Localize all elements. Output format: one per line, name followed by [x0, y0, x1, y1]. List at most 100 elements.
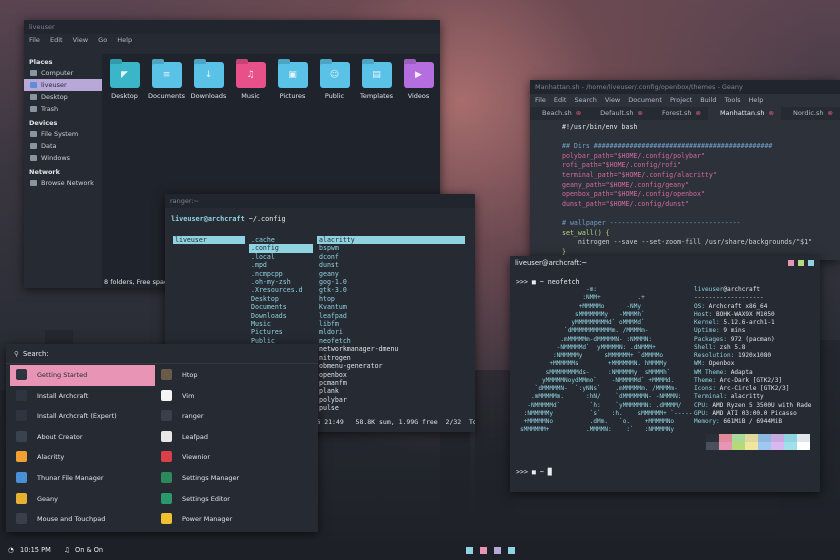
app-vim[interactable]: Vim: [155, 386, 315, 407]
window-control-1[interactable]: [788, 260, 794, 266]
app-launcher[interactable]: ⚲ Search: Getting Started Htop Install Arch…: [6, 344, 318, 532]
close-tab-icon[interactable]: ⊗: [638, 109, 643, 117]
ranger-entry[interactable]: Pictures: [249, 328, 313, 336]
ranger-entry[interactable]: .mpd: [249, 261, 313, 269]
ranger-entry[interactable]: Kvantum: [317, 303, 465, 311]
sidebar-item-file-system[interactable]: File System: [24, 128, 102, 140]
ranger-entry[interactable]: Desktop: [249, 295, 313, 303]
menu-tools[interactable]: Tools: [725, 96, 741, 104]
menu-build[interactable]: Build: [700, 96, 716, 104]
menu-help[interactable]: Help: [749, 96, 764, 104]
ranger-entry[interactable]: pulse: [317, 404, 465, 412]
ranger-entry[interactable]: obmenu-generator: [317, 362, 465, 370]
app-getting-started[interactable]: Getting Started: [10, 365, 155, 386]
menu-document[interactable]: Document: [628, 96, 662, 104]
sidebar-item-windows[interactable]: Windows: [24, 152, 102, 164]
app-ranger[interactable]: ranger: [155, 406, 315, 427]
ranger-entry[interactable]: libfm: [317, 320, 465, 328]
ranger-entry[interactable]: polybar: [317, 396, 465, 404]
tab-default-sh[interactable]: Default.sh ⊗: [588, 107, 650, 120]
menu-search[interactable]: Search: [574, 96, 596, 104]
sidebar-item-data[interactable]: Data: [24, 140, 102, 152]
ranger-entry[interactable]: Downloads: [249, 312, 313, 320]
app-about-creator[interactable]: About Creator: [10, 427, 155, 448]
folder-videos[interactable]: ▶ Videos: [398, 62, 439, 100]
ranger-entry[interactable]: .config: [249, 244, 313, 253]
workspace-4[interactable]: [508, 547, 515, 554]
ranger-entry[interactable]: dunst: [317, 261, 465, 269]
sidebar-item-liveuser[interactable]: liveuser: [24, 79, 102, 91]
app-viewnior[interactable]: Viewnior: [155, 447, 315, 468]
now-playing[interactable]: On & On: [75, 540, 103, 560]
close-tab-icon[interactable]: ⊗: [695, 109, 700, 117]
ranger-entry[interactable]: gtk-3.0: [317, 286, 465, 294]
app-install-archcraft[interactable]: Install Archcraft: [10, 386, 155, 407]
folder-public[interactable]: ☺ Public: [314, 62, 355, 100]
ranger-entry[interactable]: .ncmpcpp: [249, 270, 313, 278]
app-install-archcraft-expert-[interactable]: Install Archcraft (Expert): [10, 406, 155, 427]
ranger-entry[interactable]: gog-1.0: [317, 278, 465, 286]
app-thunar-file-manager[interactable]: Thunar File Manager: [10, 468, 155, 489]
sidebar-item-desktop[interactable]: Desktop: [24, 91, 102, 103]
app-htop[interactable]: Htop: [155, 365, 315, 386]
app-settings-manager[interactable]: Settings Manager: [155, 468, 315, 489]
ranger-entry[interactable]: .cache: [249, 236, 313, 244]
ranger-entry[interactable]: networkmanager-dmenu: [317, 345, 465, 353]
ranger-entry[interactable]: liveuser: [173, 236, 245, 245]
ranger-entry[interactable]: .local: [249, 253, 313, 261]
folder-downloads[interactable]: ↓ Downloads: [188, 62, 229, 100]
ranger-entry[interactable]: openbox: [317, 371, 465, 379]
terminal-window[interactable]: liveuser@archcraft:~ >>> ■ ~ neofetch -m…: [510, 256, 820, 492]
menu-view[interactable]: View: [605, 96, 620, 104]
tab-beach-sh[interactable]: Beach.sh ⊗: [530, 107, 588, 120]
code-editor[interactable]: #!/usr/bin/env bash ## Dirs ############…: [530, 120, 840, 257]
clock[interactable]: 10:15 PM: [20, 540, 51, 560]
ranger-entry[interactable]: .Xresources.d: [249, 286, 313, 294]
ranger-entry[interactable]: alacritty: [317, 236, 465, 245]
workspace-2[interactable]: [480, 547, 487, 554]
folder-pictures[interactable]: ▣ Pictures: [272, 62, 313, 100]
menu-go[interactable]: Go: [98, 36, 107, 44]
close-tab-icon[interactable]: ⊗: [576, 109, 581, 117]
ranger-parent-column[interactable]: liveuser: [173, 236, 245, 245]
window-control-3[interactable]: [808, 260, 814, 266]
ranger-preview-column[interactable]: alacritty bspwm dconf dunst geany gog-1.0 gtk-…: [317, 236, 465, 413]
geany-window[interactable]: Manhattan.sh - /home/liveuser/.config/op…: [530, 80, 840, 260]
menu-edit[interactable]: Edit: [554, 96, 567, 104]
sidebar-item-trash[interactable]: Trash: [24, 103, 102, 115]
ranger-entry[interactable]: leafpad: [317, 312, 465, 320]
ranger-entry[interactable]: geany: [317, 270, 465, 278]
menu-view[interactable]: View: [73, 36, 88, 44]
tab-manhattan-sh[interactable]: Manhattan.sh ⊗: [707, 107, 781, 120]
ranger-entry[interactable]: neofetch: [317, 337, 465, 345]
app-mouse-and-touchpad[interactable]: Mouse and Touchpad: [10, 509, 155, 530]
ranger-entry[interactable]: Documents: [249, 303, 313, 311]
workspace-1[interactable]: [466, 547, 473, 554]
menu-file[interactable]: File: [29, 36, 40, 44]
app-settings-editor[interactable]: Settings Editor: [155, 489, 315, 510]
ranger-entry[interactable]: pcmanfm: [317, 379, 465, 387]
ranger-entry[interactable]: bspwm: [317, 244, 465, 252]
menu-help[interactable]: Help: [117, 36, 132, 44]
tab-nordic-sh[interactable]: Nordic.sh ⊗: [781, 107, 840, 120]
app-geany[interactable]: Geany: [10, 489, 155, 510]
ranger-current-column[interactable]: .cache .config .local .mpd .ncmpcpp .oh-my-zs…: [249, 236, 313, 345]
ranger-entry[interactable]: mldori: [317, 328, 465, 336]
launcher-search[interactable]: ⚲ Search:: [6, 344, 318, 364]
close-tab-icon[interactable]: ⊗: [769, 109, 774, 117]
folder-music[interactable]: ♫ Music: [230, 62, 271, 100]
folder-desktop[interactable]: ◤ Desktop: [104, 62, 145, 100]
ranger-entry[interactable]: dconf: [317, 253, 465, 261]
menu-project[interactable]: Project: [670, 96, 692, 104]
sidebar-item-computer[interactable]: Computer: [24, 67, 102, 79]
terminal-prompt[interactable]: >>> ■ ~ █: [516, 468, 552, 476]
menu-edit[interactable]: Edit: [50, 36, 63, 44]
close-tab-icon[interactable]: ⊗: [827, 109, 832, 117]
menu-file[interactable]: File: [535, 96, 546, 104]
ranger-entry[interactable]: Music: [249, 320, 313, 328]
app-alacritty[interactable]: Alacritty: [10, 447, 155, 468]
folder-templates[interactable]: ▤ Templates: [356, 62, 397, 100]
sidebar-item-browse-network[interactable]: Browse Network: [24, 177, 102, 189]
app-power-manager[interactable]: Power Manager: [155, 509, 315, 530]
ranger-entry[interactable]: nitrogen: [317, 354, 465, 362]
